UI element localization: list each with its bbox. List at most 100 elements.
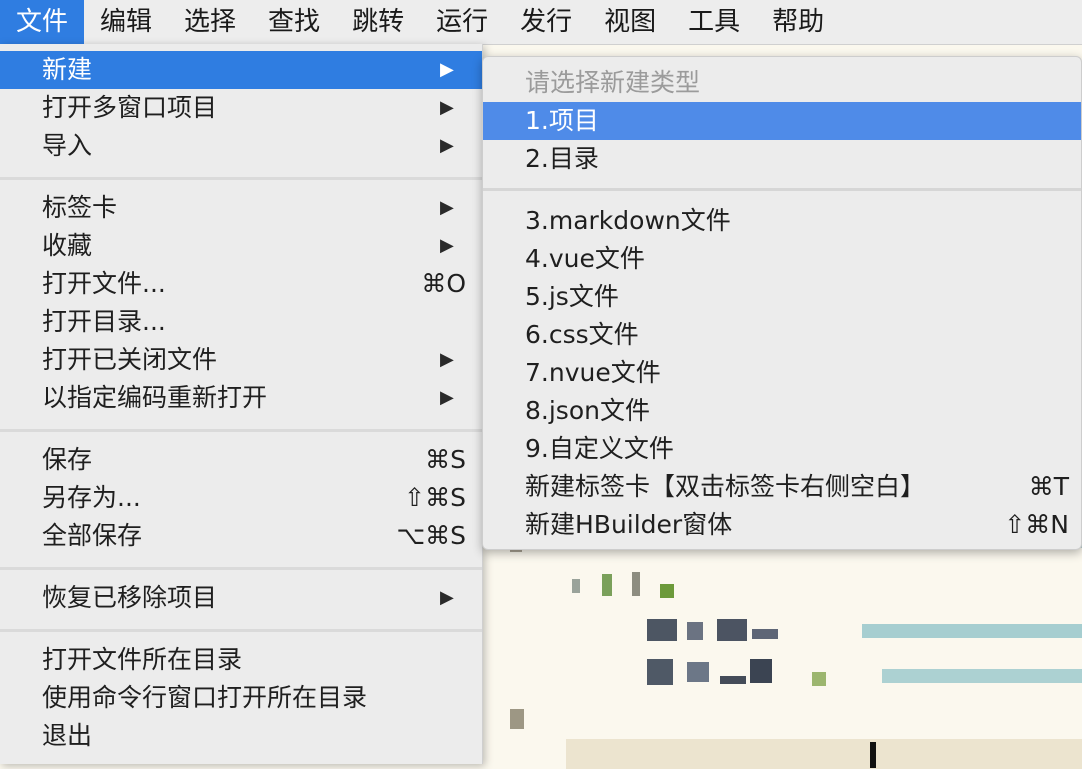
menu-item-save[interactable]: 保存 ⌘S bbox=[0, 441, 482, 479]
menu-item-reopen-with-encoding[interactable]: 以指定编码重新打开 ▶ bbox=[0, 379, 482, 417]
menu-item-label: 保存 bbox=[42, 445, 93, 474]
submenu-arrow-icon: ▶ bbox=[440, 587, 454, 608]
menu-item-label: 打开目录... bbox=[42, 307, 166, 336]
menu-separator bbox=[0, 429, 482, 432]
submenu-item-css-file[interactable]: 6.css文件 bbox=[483, 316, 1081, 354]
menu-find[interactable]: 查找 bbox=[252, 0, 336, 44]
submenu-item-label: 9.自定义文件 bbox=[525, 434, 674, 463]
code-pixel bbox=[687, 662, 709, 682]
menu-item-new[interactable]: 新建 ▶ bbox=[0, 51, 482, 89]
submenu-item-label: 6.css文件 bbox=[525, 320, 639, 349]
submenu-item-js-file[interactable]: 5.js文件 bbox=[483, 278, 1081, 316]
menu-bar: 文件 编辑 选择 查找 跳转 运行 发行 视图 工具 帮助 bbox=[0, 0, 1082, 45]
shortcut-label: ⌥⌘S bbox=[396, 521, 466, 550]
menu-item-label: 导入 bbox=[42, 131, 93, 160]
code-pixel bbox=[510, 709, 524, 729]
submenu-item-label: 1.项目 bbox=[525, 106, 599, 135]
menu-item-label: 打开多窗口项目 bbox=[42, 93, 218, 122]
submenu-item-custom-file[interactable]: 9.自定义文件 bbox=[483, 430, 1081, 468]
submenu-arrow-icon: ▶ bbox=[440, 59, 454, 80]
file-menu-dropdown: 新建 ▶ 打开多窗口项目 ▶ 导入 ▶ 标签卡 ▶ 收藏 ▶ 打开文件... ⌘… bbox=[0, 44, 483, 764]
submenu-item-label: 8.json文件 bbox=[525, 396, 650, 425]
menu-separator bbox=[0, 177, 482, 180]
submenu-separator bbox=[483, 188, 1081, 191]
menu-select[interactable]: 选择 bbox=[168, 0, 252, 44]
menu-item-label: 全部保存 bbox=[42, 521, 143, 550]
submenu-item-json-file[interactable]: 8.json文件 bbox=[483, 392, 1081, 430]
submenu-arrow-icon: ▶ bbox=[440, 135, 454, 156]
menu-item-open-closed-file[interactable]: 打开已关闭文件 ▶ bbox=[0, 341, 482, 379]
shortcut-label: ⌘T bbox=[1028, 472, 1069, 501]
code-pixel bbox=[647, 659, 673, 685]
menu-item-save-as[interactable]: 另存为... ⇧⌘S bbox=[0, 479, 482, 517]
menu-help[interactable]: 帮助 bbox=[756, 0, 840, 44]
menu-edit[interactable]: 编辑 bbox=[84, 0, 168, 44]
submenu-item-new-tab[interactable]: 新建标签卡【双击标签卡右侧空白】 ⌘T bbox=[483, 468, 1081, 506]
submenu-item-label: 7.nvue文件 bbox=[525, 358, 661, 387]
menu-tools[interactable]: 工具 bbox=[672, 0, 756, 44]
submenu-arrow-icon: ▶ bbox=[440, 349, 454, 370]
cursor bbox=[870, 742, 876, 768]
code-pixel bbox=[647, 619, 677, 641]
code-pixel bbox=[720, 676, 746, 684]
menu-item-quit[interactable]: 退出 bbox=[0, 717, 482, 755]
menu-item-label: 收藏 bbox=[42, 231, 93, 260]
submenu-header-label: 请选择新建类型 bbox=[525, 68, 701, 97]
menu-item-label: 打开文件... bbox=[42, 269, 166, 298]
menu-item-label: 新建 bbox=[42, 55, 93, 84]
submenu-item-label: 新建HBuilder窗体 bbox=[525, 510, 733, 539]
new-submenu: 请选择新建类型 1.项目 2.目录 3.markdown文件 4.vue文件 5… bbox=[482, 56, 1082, 550]
menu-run[interactable]: 运行 bbox=[420, 0, 504, 44]
menu-item-open-containing-directory[interactable]: 打开文件所在目录 bbox=[0, 641, 482, 679]
shortcut-label: ⌘S bbox=[425, 445, 466, 474]
menu-publish[interactable]: 发行 bbox=[504, 0, 588, 44]
submenu-item-new-hbuilder-window[interactable]: 新建HBuilder窗体 ⇧⌘N bbox=[483, 506, 1081, 544]
code-pixel bbox=[882, 669, 1082, 683]
submenu-item-label: 3.markdown文件 bbox=[525, 206, 731, 235]
menu-item-label: 标签卡 bbox=[42, 193, 118, 222]
menu-item-label: 打开文件所在目录 bbox=[42, 645, 243, 674]
menu-item-save-all[interactable]: 全部保存 ⌥⌘S bbox=[0, 517, 482, 555]
code-pixel bbox=[752, 629, 778, 639]
menu-item-tabs[interactable]: 标签卡 ▶ bbox=[0, 189, 482, 227]
submenu-arrow-icon: ▶ bbox=[440, 235, 454, 256]
submenu-item-vue-file[interactable]: 4.vue文件 bbox=[483, 240, 1081, 278]
code-pixel bbox=[602, 574, 612, 596]
menu-item-open-multi-window-project[interactable]: 打开多窗口项目 ▶ bbox=[0, 89, 482, 127]
submenu-item-label: 2.目录 bbox=[525, 144, 599, 173]
menu-item-label: 恢复已移除项目 bbox=[42, 583, 218, 612]
menu-view[interactable]: 视图 bbox=[588, 0, 672, 44]
code-pixel bbox=[687, 622, 703, 640]
menu-item-open-directory[interactable]: 打开目录... bbox=[0, 303, 482, 341]
submenu-arrow-icon: ▶ bbox=[440, 197, 454, 218]
menu-item-open-file[interactable]: 打开文件... ⌘O bbox=[0, 265, 482, 303]
menu-item-label: 打开已关闭文件 bbox=[42, 345, 218, 374]
shortcut-label: ⌘O bbox=[421, 269, 466, 298]
menu-item-open-in-terminal[interactable]: 使用命令行窗口打开所在目录 bbox=[0, 679, 482, 717]
menu-item-restore-removed-project[interactable]: 恢复已移除项目 ▶ bbox=[0, 579, 482, 617]
submenu-item-label: 新建标签卡【双击标签卡右侧空白】 bbox=[525, 472, 926, 501]
shortcut-label: ⇧⌘S bbox=[404, 483, 466, 512]
code-pixel bbox=[572, 579, 580, 593]
submenu-item-label: 4.vue文件 bbox=[525, 244, 645, 273]
code-pixel bbox=[812, 672, 826, 686]
menu-goto[interactable]: 跳转 bbox=[336, 0, 420, 44]
menu-item-favorites[interactable]: 收藏 ▶ bbox=[0, 227, 482, 265]
menu-item-import[interactable]: 导入 ▶ bbox=[0, 127, 482, 165]
code-pixel bbox=[660, 584, 674, 598]
menu-item-label: 使用命令行窗口打开所在目录 bbox=[42, 683, 368, 712]
submenu-item-project[interactable]: 1.项目 bbox=[483, 102, 1081, 140]
submenu-item-label: 5.js文件 bbox=[525, 282, 619, 311]
code-pixel bbox=[632, 572, 640, 596]
submenu-item-nvue-file[interactable]: 7.nvue文件 bbox=[483, 354, 1081, 392]
code-pixel bbox=[717, 619, 747, 641]
submenu-item-directory[interactable]: 2.目录 bbox=[483, 140, 1081, 178]
submenu-arrow-icon: ▶ bbox=[440, 97, 454, 118]
code-pixel bbox=[862, 624, 1082, 638]
submenu-item-markdown-file[interactable]: 3.markdown文件 bbox=[483, 202, 1081, 240]
code-pixel bbox=[566, 739, 1082, 769]
menu-item-label: 另存为... bbox=[42, 483, 141, 512]
shortcut-label: ⇧⌘N bbox=[1004, 510, 1069, 539]
submenu-header: 请选择新建类型 bbox=[483, 64, 1081, 102]
menu-file[interactable]: 文件 bbox=[0, 0, 85, 44]
